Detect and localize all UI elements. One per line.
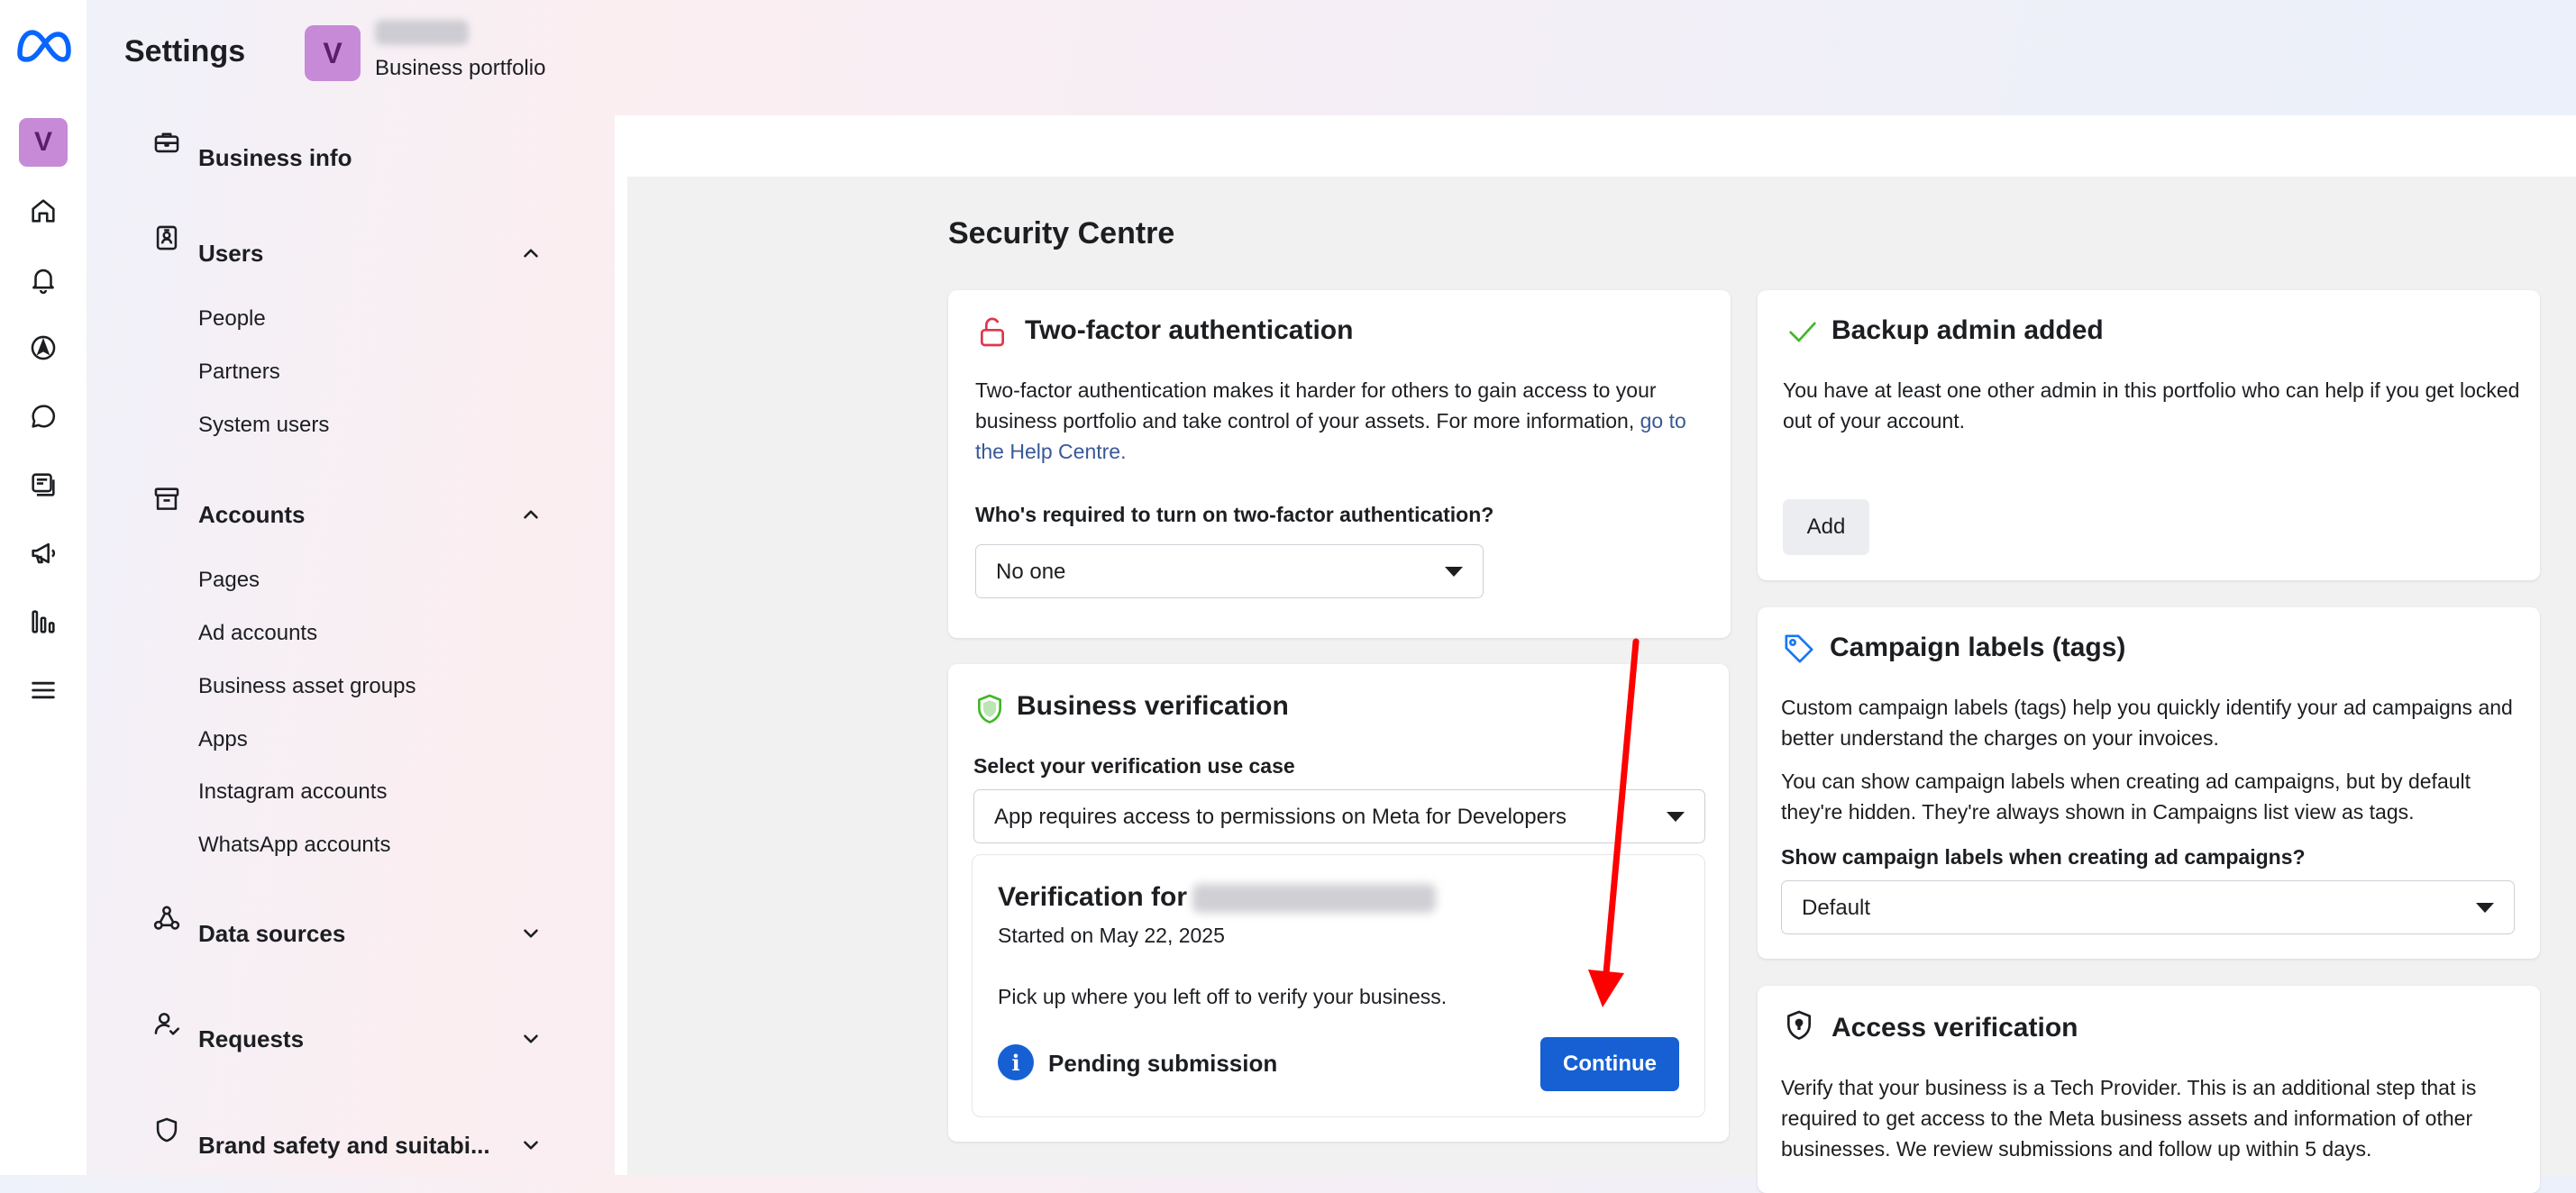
bell-icon [28, 264, 59, 295]
sidebar-item-partners[interactable]: Partners [198, 360, 280, 385]
verification-use-case-select[interactable]: App requires access to permissions on Me… [973, 789, 1705, 843]
checkmark-icon [1785, 314, 1821, 350]
two-factor-card: Two-factor authentication Two-factor aut… [948, 290, 1731, 638]
menu-icon [28, 675, 59, 706]
shield-icon [151, 1115, 182, 1145]
add-backup-admin-button[interactable]: Add [1783, 499, 1869, 555]
sidebar-item-ad-accounts[interactable]: Ad accounts [198, 621, 317, 646]
sidebar-item-label: Users [198, 240, 263, 268]
sidebar-item-instagram-accounts[interactable]: Instagram accounts [198, 779, 387, 805]
verification-for-heading: Verification for [998, 882, 1187, 913]
page-title: Settings [124, 34, 245, 69]
home-icon [28, 196, 59, 226]
rail-home[interactable] [22, 189, 65, 232]
sidebar-item-system-users[interactable]: System users [198, 413, 329, 438]
sidebar-item-business-asset-groups[interactable]: Business asset groups [198, 674, 416, 699]
sidebar-item-label: Accounts [198, 501, 305, 529]
verification-status: Pending submission [1048, 1050, 1277, 1078]
backup-admin-card: Backup admin added You have at least one… [1758, 290, 2540, 580]
chat-icon [28, 401, 59, 432]
bar-chart-icon [28, 606, 59, 637]
meta-logo-icon[interactable] [14, 27, 72, 63]
keyhole-shield-icon [1781, 1007, 1817, 1043]
use-case-label: Select your verification use case [973, 754, 1295, 779]
data-sources-icon [151, 903, 182, 933]
verified-shield-icon [972, 691, 1008, 727]
sidebar-item-pages[interactable]: Pages [198, 568, 260, 593]
chevron-down-icon[interactable] [519, 1134, 543, 1157]
card-title: Two-factor authentication [1025, 315, 1353, 346]
campaign-labels-description: Custom campaign labels (tags) help you q… [1781, 692, 2520, 753]
backup-admin-description: You have at least one other admin in thi… [1783, 375, 2522, 436]
rail-portfolio-avatar[interactable]: V [19, 118, 68, 167]
campaign-labels-question: Show campaign labels when creating ad ca… [1781, 845, 2306, 870]
person-check-icon [151, 1008, 182, 1039]
rail-messages[interactable] [22, 395, 65, 438]
verification-status-card: Verification for Started on May 22, 2025… [972, 854, 1705, 1117]
chevron-up-icon[interactable] [519, 241, 543, 265]
sidebar-item-label: Data sources [198, 920, 345, 948]
pages-icon [28, 469, 59, 500]
rail-notifications[interactable] [22, 258, 65, 301]
caret-down-icon [1667, 812, 1685, 822]
section-title: Security Centre [948, 216, 1174, 251]
verification-start-date: Started on May 22, 2025 [998, 920, 1225, 951]
portfolio-subtitle[interactable]: Business portfolio [375, 56, 545, 81]
briefcase-icon [151, 127, 182, 158]
card-title: Backup admin added [1832, 315, 2104, 346]
compass-icon [28, 332, 59, 363]
id-badge-icon [151, 223, 182, 253]
caret-down-icon [2476, 903, 2494, 913]
rail-ads[interactable] [22, 532, 65, 575]
rail-menu[interactable] [22, 669, 65, 712]
select-value: App requires access to permissions on Me… [994, 805, 1567, 830]
select-value: No one [996, 560, 1065, 585]
sidebar-item-people[interactable]: People [198, 306, 266, 332]
sidebar-item-apps[interactable]: Apps [198, 727, 248, 752]
megaphone-icon [28, 538, 59, 569]
campaign-labels-card: Campaign labels (tags) Custom campaign l… [1758, 607, 2540, 959]
card-title: Business verification [1017, 691, 1289, 722]
card-title: Campaign labels (tags) [1830, 633, 2125, 663]
sidebar-item-label: Requests [198, 1025, 304, 1053]
select-value: Default [1802, 896, 1870, 921]
continue-button[interactable]: Continue [1540, 1037, 1679, 1091]
card-title: Access verification [1832, 1013, 2078, 1043]
sidebar-item-label: Brand safety and suitabi... [198, 1132, 490, 1160]
access-verification-card: Access verification Verify that your bus… [1758, 986, 2540, 1193]
content-left-edge [615, 115, 627, 1175]
campaign-labels-select[interactable]: Default [1781, 880, 2515, 934]
portfolio-name-redacted[interactable] [375, 20, 469, 45]
sidebar-item-whatsapp-accounts[interactable]: WhatsApp accounts [198, 833, 390, 858]
content-header-bar [615, 115, 2576, 177]
chevron-up-icon[interactable] [519, 503, 543, 526]
chevron-down-icon[interactable] [519, 1027, 543, 1051]
campaign-labels-visibility-note: You can show campaign labels when creati… [1781, 766, 2520, 827]
portfolio-avatar[interactable]: V [305, 25, 361, 81]
sidebar-item-label: Business info [198, 144, 352, 172]
caret-down-icon [1445, 567, 1463, 577]
rail-insights[interactable] [22, 600, 65, 643]
icon-rail: V [0, 0, 87, 1175]
two-factor-description: Two-factor authentication makes it harde… [975, 375, 1714, 467]
archive-icon [151, 484, 182, 515]
unlocked-padlock-icon [974, 314, 1010, 350]
business-name-redacted [1192, 884, 1436, 913]
rail-pages[interactable] [22, 463, 65, 506]
two-factor-question: Who's required to turn on two-factor aut… [975, 503, 1494, 527]
verification-prompt: Pick up where you left off to verify you… [998, 981, 1447, 1012]
tag-icon [1781, 631, 1817, 667]
two-factor-requirement-select[interactable]: No one [975, 544, 1484, 598]
rail-explore[interactable] [22, 326, 65, 369]
access-verification-description: Verify that your business is a Tech Prov… [1781, 1072, 2522, 1164]
chevron-down-icon[interactable] [519, 922, 543, 945]
info-icon: i [998, 1044, 1034, 1080]
